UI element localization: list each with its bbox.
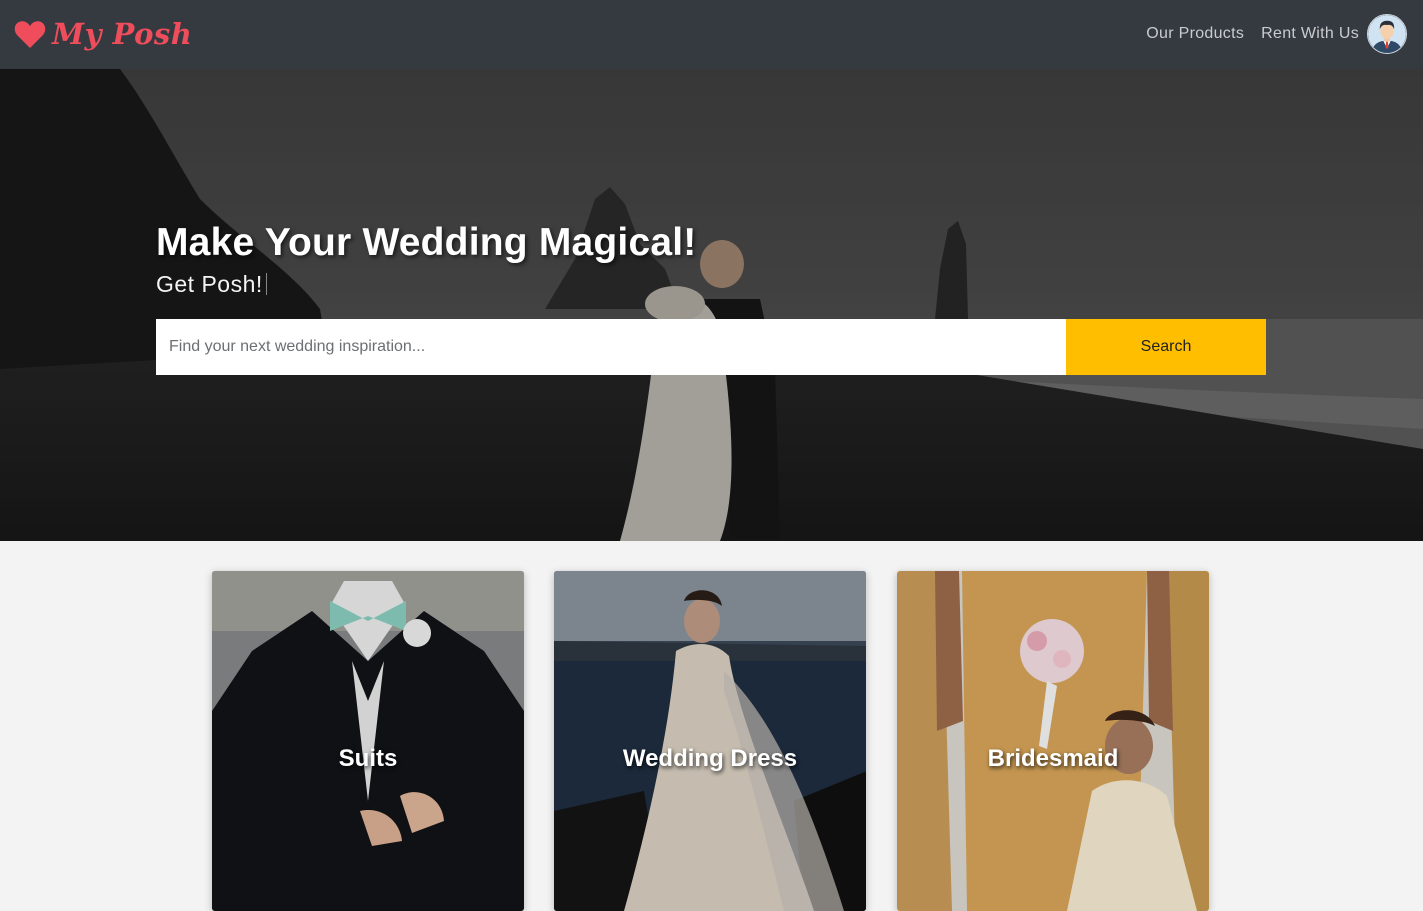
bridesmaid-image — [897, 571, 1209, 911]
typing-caret — [265, 273, 267, 295]
category-card-bridesmaid[interactable]: Bridesmaid — [897, 571, 1209, 911]
category-card-wedding-dress[interactable]: Wedding Dress — [554, 571, 866, 911]
search-button[interactable]: Search — [1066, 319, 1266, 375]
nav-links: Our Products Rent With Us — [1146, 13, 1407, 55]
category-card-suits[interactable]: Suits — [212, 571, 524, 911]
search-input[interactable] — [156, 319, 1067, 375]
brand-logo[interactable]: My Posh — [14, 14, 192, 54]
top-navbar: My Posh Our Products Rent With Us — [0, 0, 1423, 69]
nav-link-rent-with-us[interactable]: Rent With Us — [1261, 25, 1359, 43]
card-title-suits: Suits — [338, 745, 398, 772]
hero-banner: Make Your Wedding Magical! Get Posh! Sea… — [0, 69, 1423, 541]
wedding-dress-image — [554, 571, 866, 911]
brand-name: My Posh — [52, 17, 193, 51]
heart-icon — [14, 21, 46, 48]
hero-subtitle: Get Posh! — [156, 271, 267, 298]
suits-image — [212, 571, 524, 911]
nav-link-our-products[interactable]: Our Products — [1146, 25, 1244, 43]
hero-title: Make Your Wedding Magical! — [156, 221, 697, 264]
hero-subtitle-text: Get Posh! — [156, 271, 263, 297]
card-title-bridesmaid: Bridesmaid — [987, 745, 1119, 772]
user-avatar[interactable] — [1367, 14, 1407, 54]
avatar-icon — [1368, 15, 1406, 53]
hero-background-image — [0, 69, 1423, 541]
card-title-wedding-dress: Wedding Dress — [622, 745, 798, 772]
